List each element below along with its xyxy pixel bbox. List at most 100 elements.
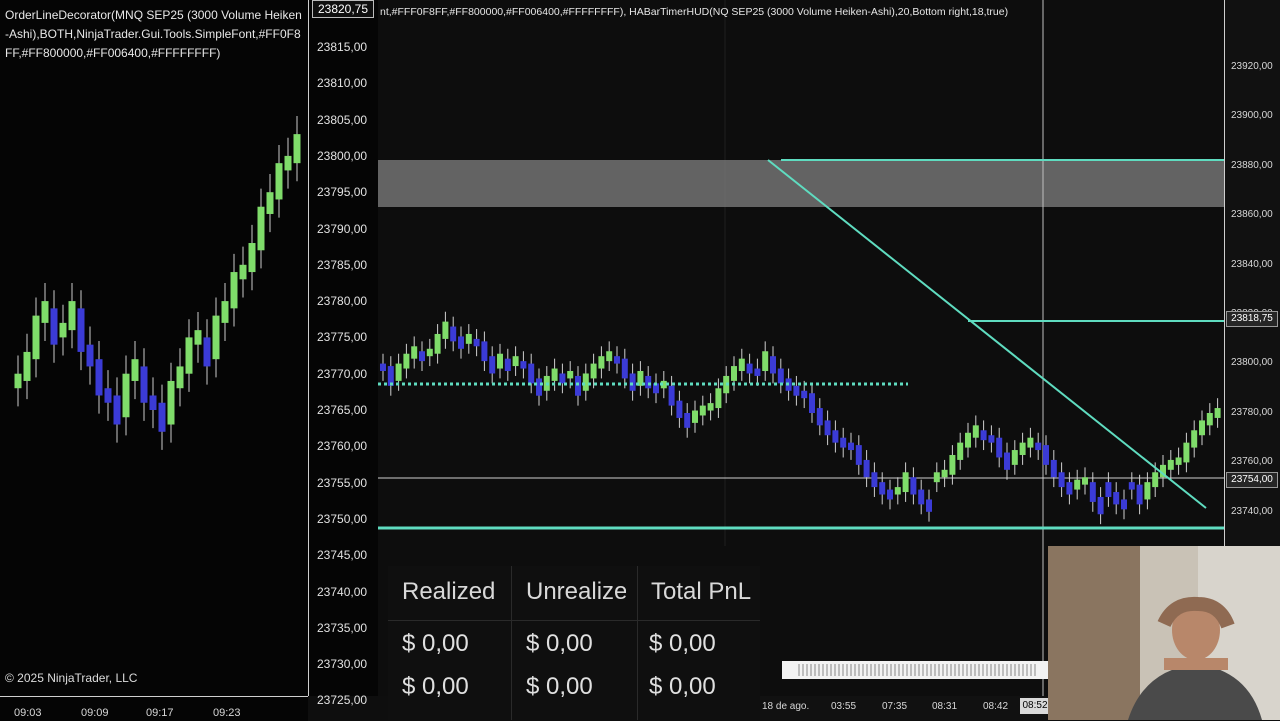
bar-timer-tick xyxy=(950,664,952,676)
candle-body xyxy=(512,356,519,367)
candle-body xyxy=(473,338,480,347)
bar-timer-tick xyxy=(910,664,912,676)
price-axis-label: 23810,00 xyxy=(317,76,368,91)
bar-timer-tick xyxy=(914,664,916,676)
candle-body xyxy=(1089,482,1096,502)
price-axis-label: 23760,00 xyxy=(317,439,368,454)
price-axis-label: 23725,00 xyxy=(317,693,368,708)
price-axis-label: 23815,00 xyxy=(317,40,368,54)
candle-body xyxy=(230,272,238,309)
candle-body xyxy=(988,435,995,443)
bar-timer-tick xyxy=(842,664,844,676)
bar-timer-tick xyxy=(954,664,956,676)
candle-body xyxy=(426,348,433,357)
candle-body xyxy=(676,400,683,418)
price-axis-label: 23740,00 xyxy=(317,584,368,599)
candle-body xyxy=(1074,479,1081,490)
candle-body xyxy=(770,356,776,374)
bar-timer-tick xyxy=(1026,664,1028,676)
bar-timer-tick xyxy=(942,664,944,676)
candle-body xyxy=(692,410,698,423)
bar-timer-tick xyxy=(830,664,832,676)
candle-body xyxy=(23,351,31,381)
candle-body xyxy=(1050,459,1057,478)
candle-body xyxy=(395,363,402,381)
bar-timer-tick xyxy=(998,664,1000,676)
candle-body xyxy=(1082,477,1088,485)
candle-body xyxy=(434,333,441,354)
candle-body xyxy=(284,155,292,171)
price-axis-label: 23750,00 xyxy=(317,511,368,526)
candle-body xyxy=(598,356,605,369)
candle-body xyxy=(68,301,76,331)
row-divider xyxy=(388,620,760,621)
candle-body xyxy=(1043,445,1049,465)
candle-body xyxy=(863,459,870,478)
price-zone xyxy=(378,160,1224,207)
bar-timer-tick xyxy=(946,664,948,676)
candle-body xyxy=(104,388,112,403)
candle-body xyxy=(848,442,854,451)
candle-body xyxy=(95,359,103,396)
candle-body xyxy=(167,380,175,425)
candle-body xyxy=(879,482,886,495)
price-axis-label: 23775,00 xyxy=(317,330,368,345)
candle-body xyxy=(1035,442,1042,451)
pnl-table: Realized Unrealize Total PnL $ 0,00 $ 0,… xyxy=(388,566,760,720)
bar-timer-tick xyxy=(862,664,864,676)
candle-body xyxy=(746,363,753,374)
price-axis-label: 23780,00 xyxy=(1231,406,1273,418)
candle-body xyxy=(887,489,893,500)
time-label: 09:03 xyxy=(14,707,42,719)
candle-body xyxy=(1128,482,1135,490)
candle-body xyxy=(957,442,964,460)
candle-body xyxy=(684,413,691,428)
main-time-axis[interactable]: 18 de ago. 03:55 07:35 08:31 08:42 xyxy=(760,696,1050,720)
bar-timer-tick xyxy=(818,664,820,676)
bar-timer-tick xyxy=(806,664,808,676)
candle-body xyxy=(621,358,628,379)
bar-timer-tick xyxy=(1014,664,1016,676)
candle-body xyxy=(699,405,706,416)
bar-timer-tick xyxy=(926,664,928,676)
candle-body xyxy=(965,432,971,448)
bar-timer-tick xyxy=(934,664,936,676)
bar-timer-tick xyxy=(870,664,872,676)
pnl-cell: $ 0,00 xyxy=(526,630,593,657)
candle-body xyxy=(855,445,862,465)
bar-timer-tick xyxy=(930,664,932,676)
candle-body xyxy=(629,373,636,391)
right-price-axis[interactable]: 23920,00 23900,00 23880,00 23860,00 23840,00… xyxy=(1224,0,1280,546)
left-time-axis[interactable]: 09:03 09:09 09:17 09:23 xyxy=(0,696,308,721)
candle-body xyxy=(248,243,256,273)
candle-body xyxy=(185,337,193,374)
candle-body xyxy=(1097,496,1104,515)
candle-body xyxy=(949,454,956,475)
candle-body xyxy=(793,385,800,396)
time-label: 07:35 xyxy=(882,701,908,712)
bar-timer-tick xyxy=(822,664,824,676)
left-mini-chart[interactable] xyxy=(0,0,308,696)
candle-body xyxy=(731,366,737,381)
candle-body xyxy=(1121,499,1127,510)
candle-body xyxy=(559,373,566,384)
candle-body xyxy=(458,336,464,349)
candle-body xyxy=(1113,492,1120,505)
webcam-overlay xyxy=(1048,546,1280,720)
price-axis-label: 23735,00 xyxy=(317,620,368,635)
candle-body xyxy=(1206,413,1213,426)
price-axis-label: 23920,00 xyxy=(1231,61,1273,72)
candle-body xyxy=(59,322,67,338)
bar-timer-tick xyxy=(894,664,896,676)
candle-body xyxy=(1191,430,1198,448)
left-price-axis[interactable]: 23815,00 23810,00 23805,00 23800,00 23795,00… xyxy=(308,0,379,707)
pnl-header-unrealized: Unrealize xyxy=(526,578,626,605)
candle-body xyxy=(403,353,410,369)
candle-body xyxy=(380,363,386,372)
candle-body xyxy=(203,337,211,367)
price-axis-label: 23760,00 xyxy=(1231,456,1273,468)
candle-body xyxy=(1152,472,1159,488)
candle-body xyxy=(551,368,558,381)
candle-body xyxy=(497,353,503,369)
candle-body xyxy=(520,361,527,369)
